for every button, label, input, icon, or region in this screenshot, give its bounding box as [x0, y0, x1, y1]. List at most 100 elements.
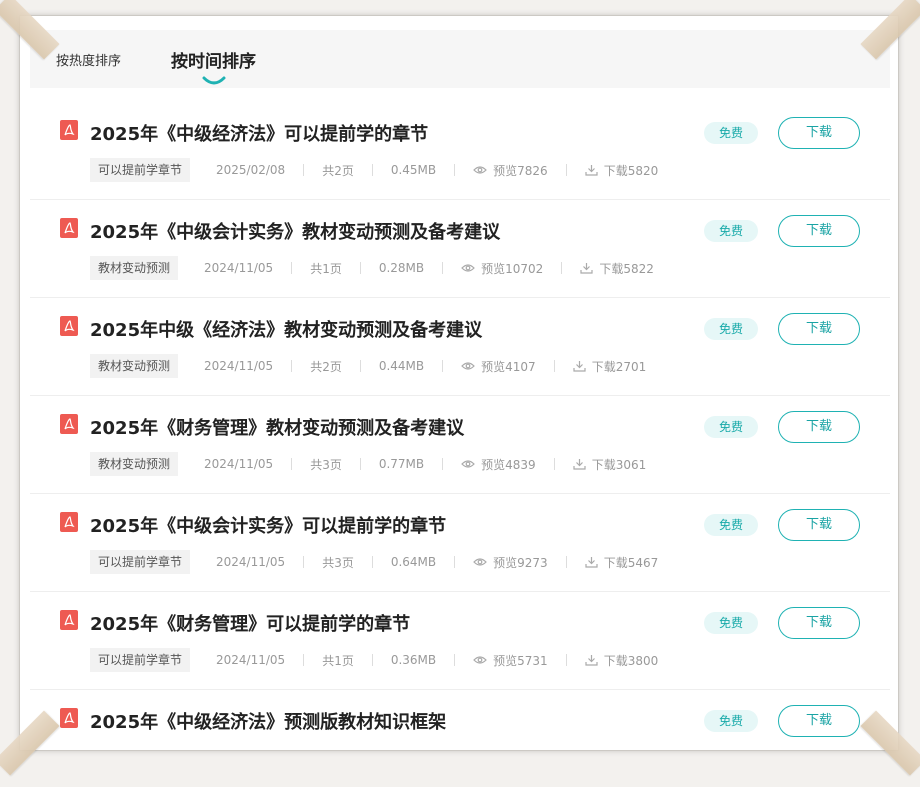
list-item[interactable]: 2025年《中级经济法》预测版教材知识框架 免费 下载: [30, 690, 890, 787]
free-badge: 免费: [704, 710, 758, 732]
download-button[interactable]: 下载: [778, 117, 860, 149]
file-size: 0.64MB: [391, 555, 436, 569]
free-badge: 免费: [704, 416, 758, 438]
list-item[interactable]: 2025年《中级会计实务》教材变动预测及备考建议 教材变动预测 2024/11/…: [30, 200, 890, 298]
divider: [442, 262, 443, 274]
divider: [303, 556, 304, 568]
document-meta: 可以提前学章节 2025/02/08 共2页 0.45MB 预览7826 下载5…: [90, 158, 658, 182]
free-badge: 免费: [704, 220, 758, 242]
page-count: 共3页: [322, 554, 354, 571]
download-count-text: 下载5820: [604, 162, 659, 179]
tab-sort-by-time[interactable]: 按时间排序: [171, 47, 256, 72]
download-icon: [585, 654, 598, 666]
download-count-text: 下载3800: [604, 652, 659, 669]
view-count: 预览5731: [473, 652, 548, 669]
eye-icon: [461, 263, 475, 273]
document-meta: 教材变动预测 2024/11/05 共1页 0.28MB 预览10702 下载5…: [90, 256, 654, 280]
document-title[interactable]: 2025年《中级会计实务》可以提前学的章节: [90, 512, 446, 538]
view-count-text: 预览10702: [481, 260, 543, 277]
divider: [566, 164, 567, 176]
category-tag: 可以提前学章节: [90, 158, 190, 182]
divider: [554, 360, 555, 372]
download-button[interactable]: 下载: [778, 607, 860, 639]
document-meta: 可以提前学章节 2024/11/05 共1页 0.36MB 预览5731 下载3…: [90, 648, 658, 672]
download-count: 下载2701: [573, 358, 647, 375]
divider: [454, 654, 455, 666]
category-tag: 可以提前学章节: [90, 648, 190, 672]
download-icon: [573, 360, 586, 372]
list-item[interactable]: 2025年《财务管理》教材变动预测及备考建议 教材变动预测 2024/11/05…: [30, 396, 890, 494]
download-button[interactable]: 下载: [778, 215, 860, 247]
free-badge: 免费: [704, 514, 758, 536]
document-title[interactable]: 2025年《财务管理》教材变动预测及备考建议: [90, 414, 464, 440]
eye-icon: [461, 459, 475, 469]
free-badge: 免费: [704, 122, 758, 144]
view-count: 预览9273: [473, 554, 548, 571]
view-count: 预览4107: [461, 358, 536, 375]
document-title[interactable]: 2025年中级《经济法》教材变动预测及备考建议: [90, 316, 482, 342]
divider: [454, 556, 455, 568]
eye-icon: [461, 361, 475, 371]
page-count: 共2页: [322, 162, 354, 179]
download-button[interactable]: 下载: [778, 509, 860, 541]
divider: [372, 654, 373, 666]
download-count-text: 下载3061: [592, 456, 647, 473]
view-count: 预览7826: [473, 162, 548, 179]
download-icon: [573, 458, 586, 470]
file-size: 0.44MB: [379, 359, 424, 373]
file-size: 0.45MB: [391, 163, 436, 177]
publish-date: 2024/11/05: [204, 359, 273, 373]
divider: [291, 458, 292, 470]
download-count: 下载5820: [585, 162, 659, 179]
document-title[interactable]: 2025年《财务管理》可以提前学的章节: [90, 610, 410, 636]
view-count-text: 预览4107: [481, 358, 536, 375]
document-title[interactable]: 2025年《中级经济法》可以提前学的章节: [90, 120, 428, 146]
view-count: 预览10702: [461, 260, 543, 277]
publish-date: 2024/11/05: [204, 457, 273, 471]
download-count-text: 下载2701: [592, 358, 647, 375]
active-tab-indicator: [202, 76, 226, 86]
download-icon: [580, 262, 593, 274]
download-icon: [585, 164, 598, 176]
publish-date: 2024/11/05: [216, 555, 285, 569]
category-tag: 教材变动预测: [90, 354, 178, 378]
download-count-text: 下载5467: [604, 554, 659, 571]
list-item[interactable]: 2025年《中级经济法》可以提前学的章节 可以提前学章节 2025/02/08 …: [30, 102, 890, 200]
list-item[interactable]: 2025年《中级会计实务》可以提前学的章节 可以提前学章节 2024/11/05…: [30, 494, 890, 592]
document-list: 2025年《中级经济法》可以提前学的章节 可以提前学章节 2025/02/08 …: [30, 102, 890, 787]
free-badge: 免费: [704, 612, 758, 634]
file-size: 0.28MB: [379, 261, 424, 275]
divider: [372, 164, 373, 176]
page-count: 共1页: [322, 652, 354, 669]
document-title[interactable]: 2025年《中级经济法》预测版教材知识框架: [90, 708, 446, 734]
download-button[interactable]: 下载: [778, 411, 860, 443]
publish-date: 2025/02/08: [216, 163, 285, 177]
divider: [303, 164, 304, 176]
page-count: 共3页: [310, 456, 342, 473]
view-count: 预览4839: [461, 456, 536, 473]
view-count-text: 预览4839: [481, 456, 536, 473]
file-size: 0.77MB: [379, 457, 424, 471]
pdf-icon: [60, 218, 78, 238]
document-title[interactable]: 2025年《中级会计实务》教材变动预测及备考建议: [90, 218, 500, 244]
category-tag: 教材变动预测: [90, 256, 178, 280]
download-button[interactable]: 下载: [778, 313, 860, 345]
divider: [291, 262, 292, 274]
download-button[interactable]: 下载: [778, 705, 860, 737]
page-count: 共2页: [310, 358, 342, 375]
publish-date: 2024/11/05: [216, 653, 285, 667]
tab-sort-by-popularity[interactable]: 按热度排序: [56, 50, 121, 69]
pdf-icon: [60, 610, 78, 630]
pdf-icon: [60, 120, 78, 140]
list-item[interactable]: 2025年《财务管理》可以提前学的章节 可以提前学章节 2024/11/05 共…: [30, 592, 890, 690]
document-meta: 教材变动预测 2024/11/05 共2页 0.44MB 预览4107 下载27…: [90, 354, 646, 378]
category-tag: 可以提前学章节: [90, 550, 190, 574]
pdf-icon: [60, 316, 78, 336]
eye-icon: [473, 165, 487, 175]
divider: [442, 360, 443, 372]
view-count-text: 预览9273: [493, 554, 548, 571]
page-count: 共1页: [310, 260, 342, 277]
list-item[interactable]: 2025年中级《经济法》教材变动预测及备考建议 教材变动预测 2024/11/0…: [30, 298, 890, 396]
divider: [561, 262, 562, 274]
free-badge: 免费: [704, 318, 758, 340]
